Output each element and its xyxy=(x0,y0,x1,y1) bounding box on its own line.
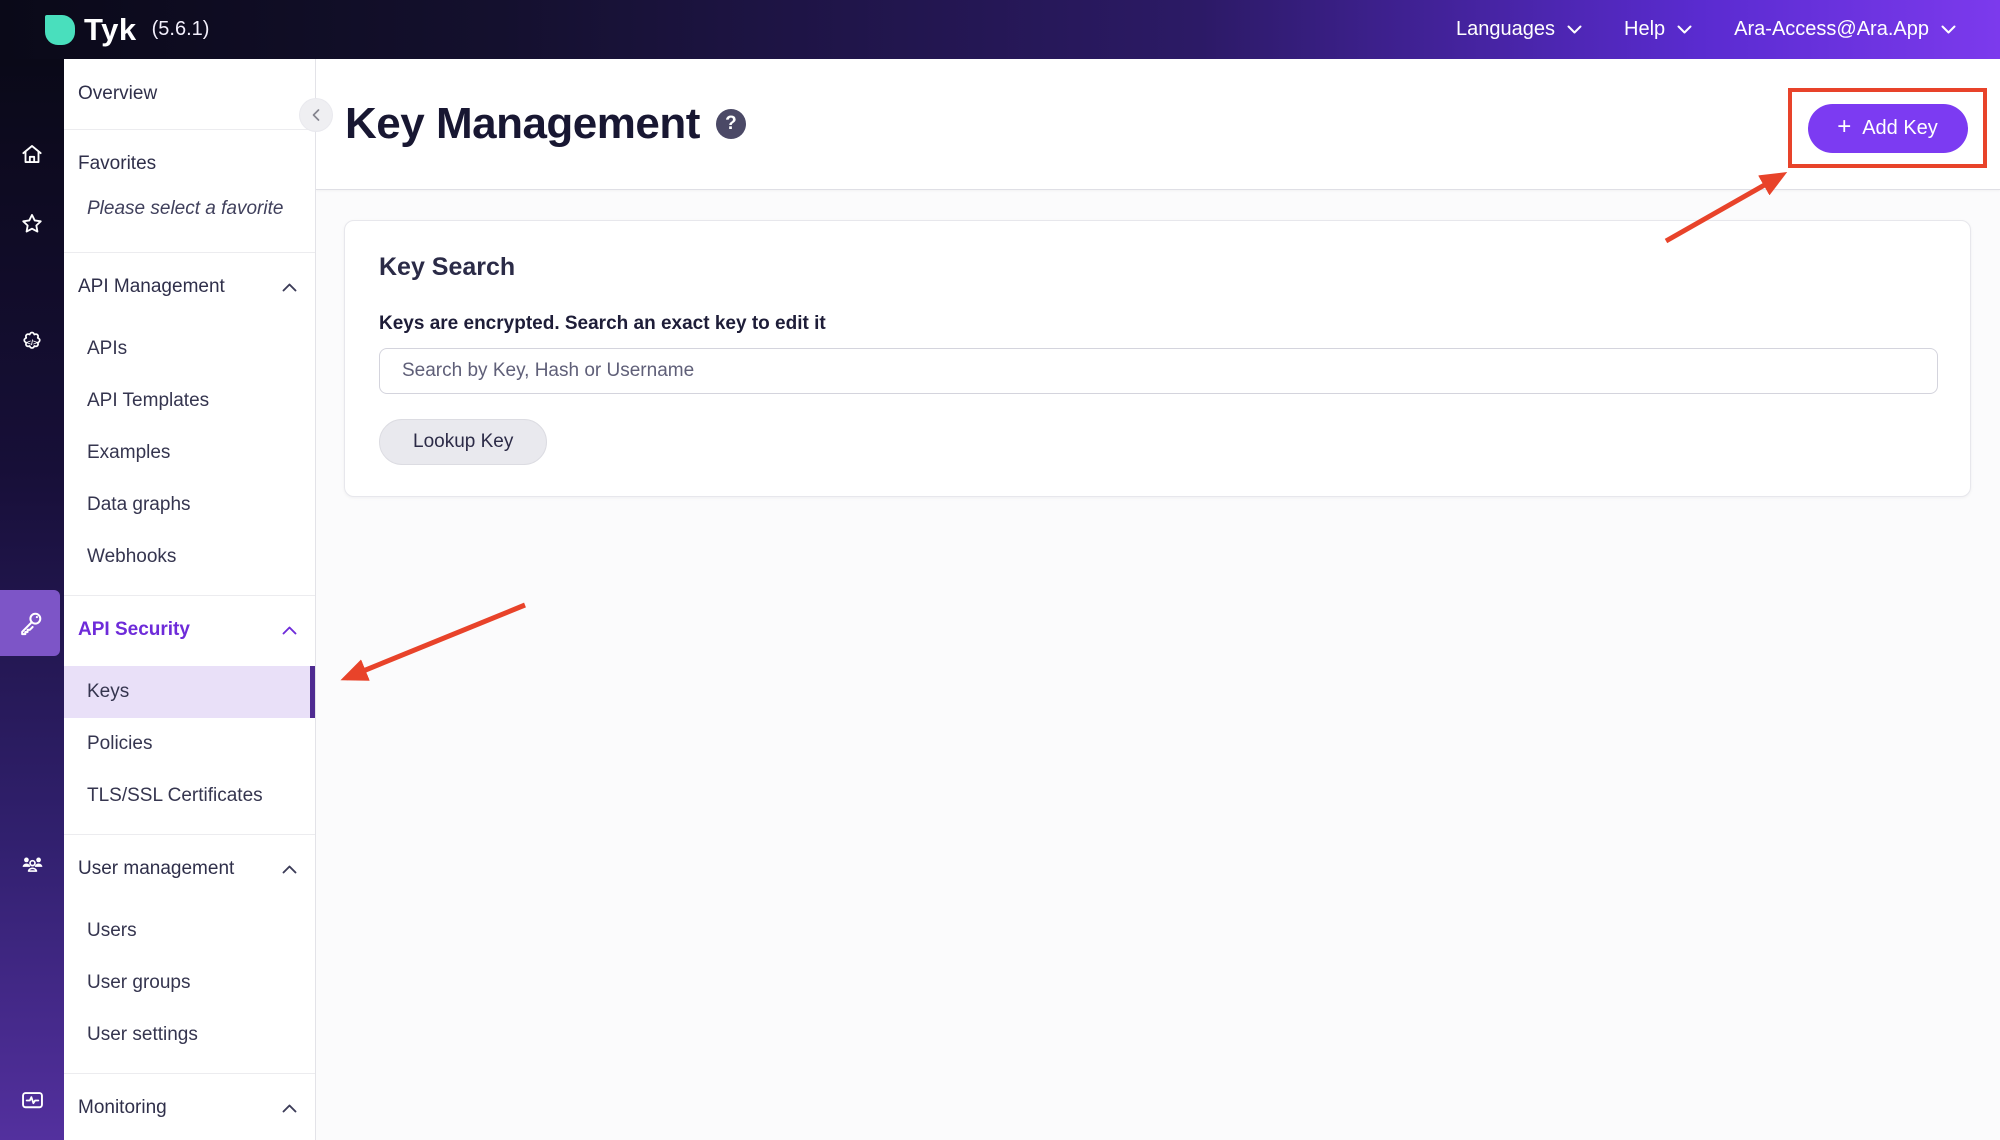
sidebar-item-apis[interactable]: APIs xyxy=(64,323,315,375)
account-label: Ara-Access@Ara.App xyxy=(1734,18,1929,41)
card-title: Key Search xyxy=(379,253,1936,282)
question-mark-glyph: ? xyxy=(725,113,737,135)
page-header: Key Management ? + Add Key xyxy=(316,59,2000,190)
sidebar-item-policies[interactable]: Policies xyxy=(64,718,315,770)
chevron-up-icon xyxy=(282,283,297,292)
sidebar-section-user-management: User management Users User groups User s… xyxy=(64,835,315,1074)
user-management-header[interactable]: User management xyxy=(64,849,315,889)
help-label: Help xyxy=(1624,18,1665,41)
chevron-down-icon xyxy=(1567,25,1582,34)
favorites-header-label: Favorites xyxy=(78,153,156,175)
sidebar-item-examples[interactable]: Examples xyxy=(64,427,315,479)
account-menu[interactable]: Ara-Access@Ara.App xyxy=(1734,18,1956,41)
sidebar-item-api-templates[interactable]: API Templates xyxy=(64,375,315,427)
icon-rail: </> xyxy=(0,59,64,1140)
sidebar-section-monitoring: Monitoring Activity overview xyxy=(64,1074,315,1140)
chevron-down-icon xyxy=(1677,25,1692,34)
key-search-input[interactable] xyxy=(379,348,1938,394)
monitoring-header-label: Monitoring xyxy=(78,1097,167,1119)
help-menu[interactable]: Help xyxy=(1624,18,1692,41)
chevron-up-icon xyxy=(282,626,297,635)
tyk-dashboard-page: Tyk (5.6.1) Languages Help Ara-Access@Ar… xyxy=(0,0,2000,1140)
languages-menu[interactable]: Languages xyxy=(1456,18,1582,41)
user-management-header-label: User management xyxy=(78,858,234,880)
key-search-card: Key Search Keys are encrypted. Search an… xyxy=(344,220,1971,497)
favorites-empty-note: Please select a favorite xyxy=(64,184,315,228)
sidebar-item-tls-ssl-certificates[interactable]: TLS/SSL Certificates xyxy=(64,770,315,822)
sidebar-section-api-management: API Management APIs API Templates Exampl… xyxy=(64,253,315,596)
tyk-leaf-icon xyxy=(45,15,75,45)
page-title: Key Management xyxy=(345,99,700,149)
topbar-right-menu: Languages Help Ara-Access@Ara.App xyxy=(1456,18,1956,41)
user-group-icon[interactable] xyxy=(0,838,64,886)
brand-name: Tyk xyxy=(84,12,137,48)
overview-label: Overview xyxy=(78,83,157,105)
api-management-header-label: API Management xyxy=(78,276,225,298)
sidebar-section-favorites: Favorites Please select a favorite xyxy=(64,130,315,253)
key-search-description: Keys are encrypted. Search an exact key … xyxy=(379,313,1936,335)
chevron-up-icon xyxy=(282,1104,297,1113)
tyk-logo[interactable]: Tyk (5.6.1) xyxy=(45,12,209,48)
add-key-label: Add Key xyxy=(1862,117,1938,140)
favorites-header[interactable]: Favorites xyxy=(64,144,315,184)
sidebar-item-users[interactable]: Users xyxy=(64,905,315,957)
chevron-up-icon xyxy=(282,865,297,874)
sidebar-item-user-groups[interactable]: User groups xyxy=(64,957,315,1009)
api-gear-icon[interactable]: </> xyxy=(0,318,64,366)
sidebar-collapse-button[interactable] xyxy=(300,99,332,131)
sidebar-item-webhooks[interactable]: Webhooks xyxy=(64,531,315,583)
add-key-button[interactable]: + Add Key xyxy=(1808,104,1968,153)
plus-icon: + xyxy=(1837,115,1851,139)
chevron-left-icon xyxy=(311,108,321,122)
api-security-header[interactable]: API Security xyxy=(64,610,315,650)
sidebar-item-user-settings[interactable]: User settings xyxy=(64,1009,315,1061)
key-icon[interactable] xyxy=(0,590,60,656)
star-icon[interactable] xyxy=(0,200,64,248)
sidebar-item-overview[interactable]: Overview xyxy=(64,59,315,130)
lookup-key-button[interactable]: Lookup Key xyxy=(379,419,547,465)
version-label: (5.6.1) xyxy=(152,18,210,41)
languages-label: Languages xyxy=(1456,18,1555,41)
api-security-header-label: API Security xyxy=(78,619,190,641)
activity-monitor-icon[interactable] xyxy=(0,1076,64,1124)
svg-text:</>: </> xyxy=(27,338,39,347)
monitoring-header[interactable]: Monitoring xyxy=(64,1088,315,1128)
top-navigation-bar: Tyk (5.6.1) Languages Help Ara-Access@Ar… xyxy=(0,0,2000,59)
main-content: Key Management ? + Add Key Key Search Ke… xyxy=(316,59,2000,1140)
sidebar-section-api-security: API Security Keys Policies TLS/SSL Certi… xyxy=(64,596,315,835)
sidebar-item-data-graphs[interactable]: Data graphs xyxy=(64,479,315,531)
chevron-down-icon xyxy=(1941,25,1956,34)
sidebar-item-keys[interactable]: Keys xyxy=(64,666,315,718)
api-management-header[interactable]: API Management xyxy=(64,267,315,307)
home-icon[interactable] xyxy=(0,130,64,178)
help-circle-icon[interactable]: ? xyxy=(716,109,746,139)
annotation-box-add-key: + Add Key xyxy=(1788,88,1987,168)
sidebar-navigation: Overview Favorites Please select a favor… xyxy=(64,59,316,1140)
